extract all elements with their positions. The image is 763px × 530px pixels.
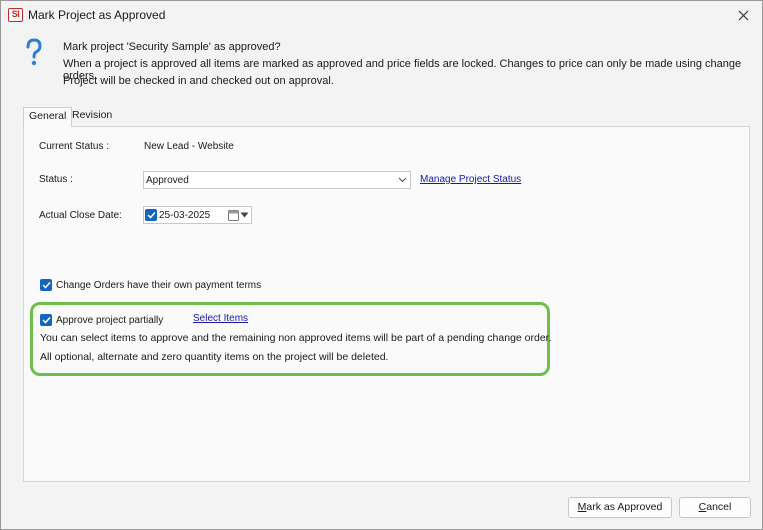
- chevron-down-icon: [398, 177, 407, 183]
- question-mark-icon: [26, 38, 42, 66]
- manage-project-status-link[interactable]: Manage Project Status: [420, 174, 521, 185]
- change-orders-checkbox[interactable]: [40, 279, 52, 291]
- select-items-link[interactable]: Select Items: [193, 313, 248, 324]
- deletion-warning: All optional, alternate and zero quantit…: [40, 351, 389, 363]
- current-status-label: Current Status :: [39, 141, 110, 152]
- change-orders-label: Change Orders have their own payment ter…: [56, 280, 262, 291]
- dialog-window: SI Mark Project as Approved Mark project…: [0, 0, 763, 530]
- close-button[interactable]: [732, 5, 754, 25]
- confirm-question: Mark project 'Security Sample' as approv…: [63, 41, 281, 53]
- status-dropdown[interactable]: Approved: [143, 171, 411, 189]
- status-label: Status :: [39, 174, 73, 185]
- cancel-label: ancel: [706, 501, 732, 513]
- approve-partially-checkbox[interactable]: [40, 314, 52, 326]
- cancel-button[interactable]: Cancel: [679, 497, 751, 518]
- calendar-icon[interactable]: [228, 209, 239, 221]
- date-dropdown-arrow-icon[interactable]: [240, 212, 249, 218]
- window-title: Mark Project as Approved: [28, 8, 166, 22]
- checkmark-icon: [146, 211, 156, 219]
- close-date-checkbox[interactable]: [145, 209, 157, 221]
- approve-partially-label: Approve project partially: [56, 315, 164, 326]
- actual-close-date-label: Actual Close Date:: [39, 210, 122, 221]
- status-dropdown-value: Approved: [146, 175, 189, 186]
- checkmark-icon: [41, 281, 51, 289]
- close-icon: [738, 10, 748, 20]
- checkmark-icon: [41, 316, 51, 324]
- mark-as-approved-label: ark as Approved: [586, 501, 663, 513]
- close-date-value: 25-03-2025: [159, 210, 211, 221]
- mark-as-approved-button[interactable]: Mark as Approved: [568, 497, 672, 518]
- app-logo: SI: [8, 8, 23, 22]
- tab-general[interactable]: General: [23, 107, 73, 127]
- partial-approval-note: You can select items to approve and the …: [40, 332, 552, 344]
- checkin-note: Project will be checked in and checked o…: [63, 75, 334, 87]
- current-status-value: New Lead - Website: [144, 141, 234, 152]
- actual-close-date-picker[interactable]: 25-03-2025: [143, 206, 252, 224]
- title-bar[interactable]: SI Mark Project as Approved: [1, 1, 762, 29]
- tab-revision[interactable]: Revision: [67, 107, 117, 126]
